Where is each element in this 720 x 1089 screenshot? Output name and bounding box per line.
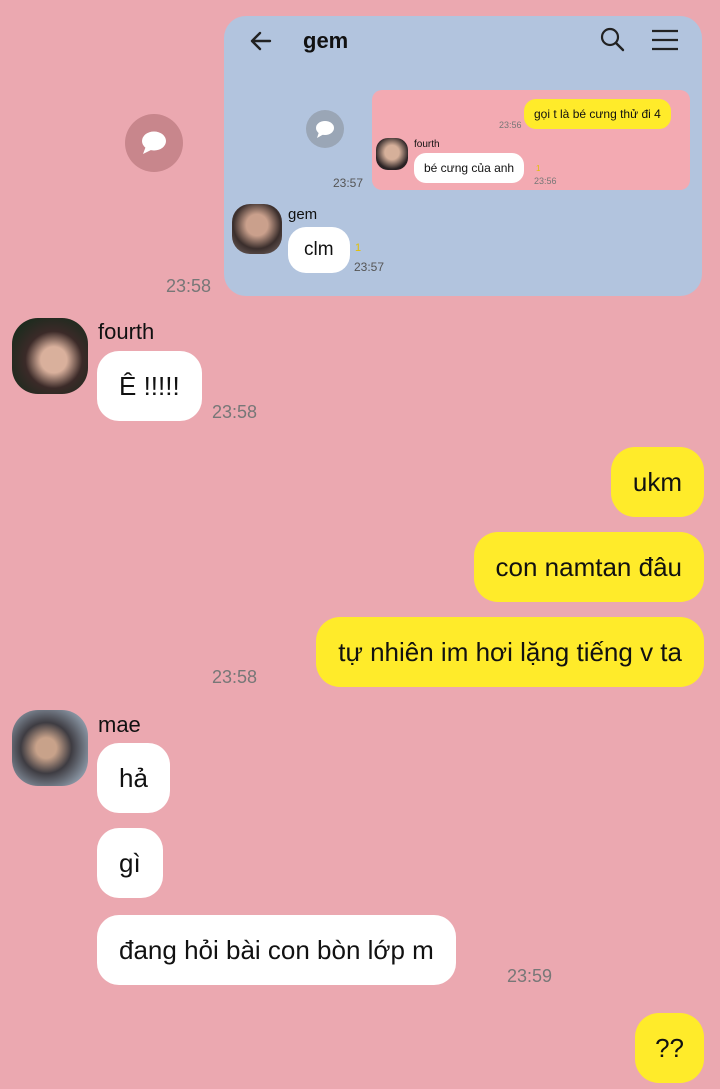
message-bubble: ??: [635, 1013, 704, 1083]
timestamp: 23:57: [333, 176, 364, 190]
timestamp: 23:58: [212, 667, 258, 687]
sender-name: mae: [98, 712, 141, 737]
avatar: [376, 138, 408, 170]
search-icon: [600, 27, 625, 52]
inner-reply-screenshot: 23:56 gọi t là bé cưng thử đi 4 fourth b…: [372, 90, 690, 190]
message-bubble: ukm: [610, 447, 704, 517]
avatar[interactable]: [12, 710, 88, 786]
message-bubble: hả: [97, 743, 170, 813]
sender-name: fourth: [414, 139, 440, 150]
menu-icon: [652, 29, 678, 51]
reply-icon[interactable]: [125, 114, 183, 172]
message-bubble: con namtan đâu: [473, 532, 704, 602]
timestamp: 23:58: [212, 402, 258, 422]
timestamp: 23:57: [354, 260, 385, 274]
timestamp: 23:56: [499, 120, 522, 130]
message-bubble: gì: [97, 828, 163, 898]
avatar[interactable]: [12, 318, 88, 394]
timestamp: 23:59: [507, 966, 553, 986]
timestamp: 23:56: [534, 176, 557, 186]
read-count: 1: [355, 242, 362, 254]
message-bubble: gọi t là bé cưng thử đi 4: [524, 99, 671, 129]
message-bubble: đang hỏi bài con bòn lớp m: [97, 915, 456, 985]
timestamp: 23:58: [166, 276, 212, 296]
message-bubble: bé cưng của anh: [414, 153, 525, 183]
message-bubble: tự nhiên im hơi lặng tiếng v ta: [316, 617, 704, 687]
sender-name: fourth: [98, 319, 155, 344]
sender-name: gem: [288, 206, 318, 223]
embedded-chat-screenshot: gem 23:56 gọi t là bé cưng thử đi 4 four…: [224, 16, 702, 296]
arrow-left-icon: [250, 31, 272, 51]
read-count: 1: [536, 164, 541, 173]
chat-title: gem: [303, 28, 349, 53]
reply-icon: [306, 110, 344, 148]
message-bubble: clm: [288, 227, 350, 273]
avatar: [232, 204, 282, 254]
message-bubble: Ê !!!!!: [97, 351, 202, 421]
